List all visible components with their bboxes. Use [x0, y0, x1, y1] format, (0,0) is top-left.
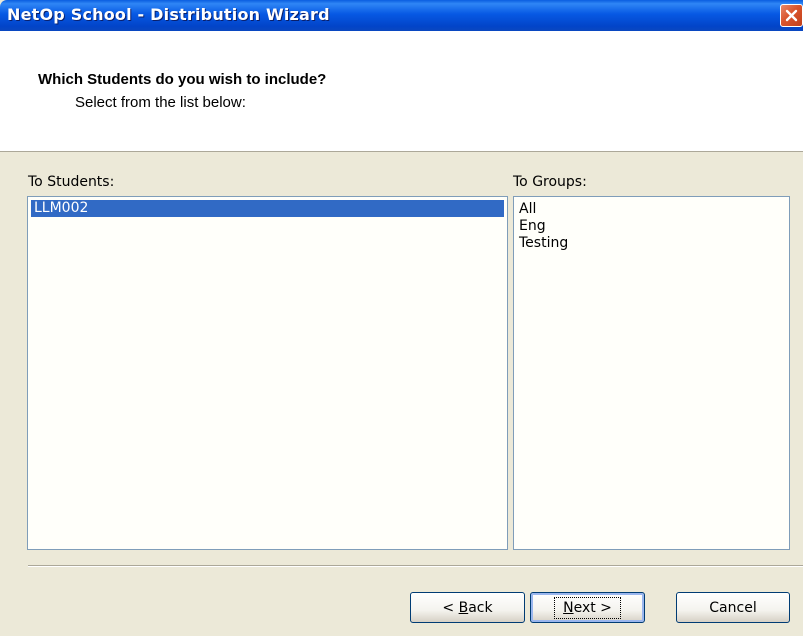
title-bar[interactable]: NetOp School - Distribution Wizard: [0, 0, 803, 31]
groups-list-item[interactable]: Eng: [516, 218, 787, 235]
groups-list-item[interactable]: Testing: [516, 235, 787, 252]
wizard-step-title: Which Students do you wish to include?: [38, 71, 327, 88]
back-mnemonic: B: [458, 599, 469, 616]
groups-list-item[interactable]: All: [516, 201, 787, 218]
cancel-button-label: Cancel: [709, 599, 757, 616]
button-separator-highlight: [28, 566, 803, 567]
window-title: NetOp School - Distribution Wizard: [7, 5, 330, 24]
back-prefix: <: [442, 599, 459, 616]
close-button[interactable]: [780, 4, 803, 27]
next-button-label: Next >: [554, 596, 621, 619]
wizard-header: Which Students do you wish to include? S…: [0, 31, 803, 152]
wizard-step-subtitle: Select from the list below:: [75, 94, 246, 111]
close-icon: [785, 9, 798, 22]
next-mnemonic: N: [563, 599, 574, 616]
students-listbox[interactable]: LLM002: [27, 196, 508, 550]
students-list-item[interactable]: LLM002: [31, 200, 504, 217]
students-label: To Students:: [28, 174, 115, 190]
next-rest: ext >: [573, 599, 612, 616]
back-button-label: < Back: [442, 600, 492, 616]
cancel-button[interactable]: Cancel: [676, 592, 790, 623]
next-button[interactable]: Next >: [530, 592, 645, 623]
back-button[interactable]: < Back: [410, 592, 525, 623]
groups-listbox[interactable]: All Eng Testing: [513, 196, 790, 550]
groups-label: To Groups:: [513, 174, 587, 190]
back-rest: ack: [468, 599, 493, 616]
